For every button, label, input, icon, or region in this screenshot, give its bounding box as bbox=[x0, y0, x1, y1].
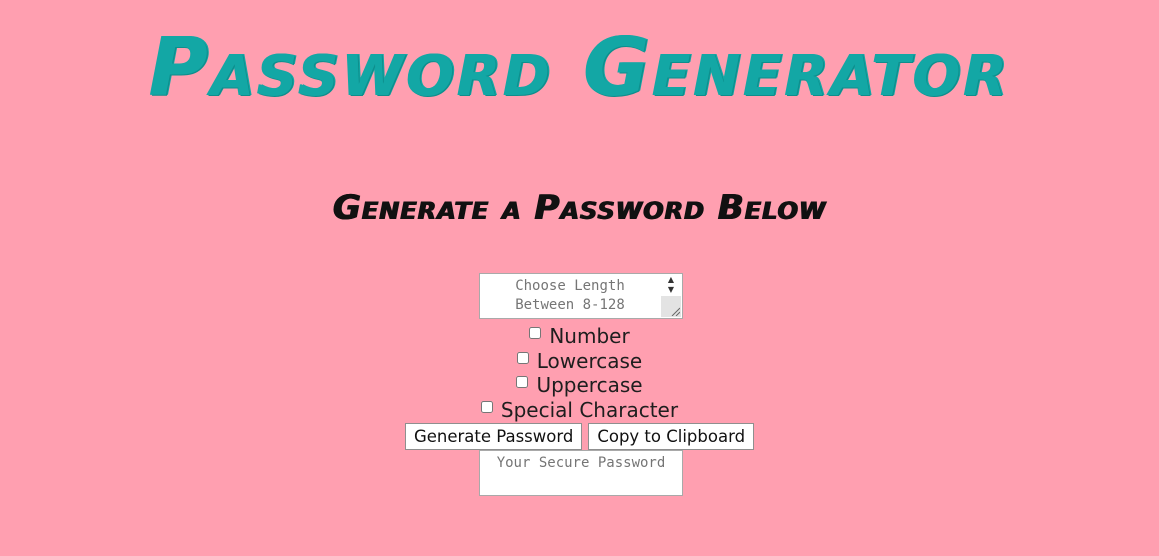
number-checkbox[interactable] bbox=[529, 327, 542, 340]
page-title: Password Generator bbox=[149, 21, 1010, 114]
number-label[interactable]: Number bbox=[549, 324, 629, 348]
option-special: Special Character bbox=[0, 398, 1159, 423]
option-lowercase: Lowercase bbox=[0, 349, 1159, 374]
action-buttons: Generate Password Copy to Clipboard bbox=[0, 423, 1159, 450]
length-input-container: ▲ ▼ bbox=[479, 273, 683, 319]
copy-to-clipboard-button[interactable]: Copy to Clipboard bbox=[588, 423, 755, 450]
option-uppercase: Uppercase bbox=[0, 373, 1159, 398]
generate-password-button[interactable]: Generate Password bbox=[404, 423, 583, 450]
length-input[interactable] bbox=[480, 274, 660, 318]
spinner-up-icon[interactable]: ▲ bbox=[661, 275, 681, 285]
password-output[interactable] bbox=[480, 451, 682, 495]
uppercase-label[interactable]: Uppercase bbox=[536, 373, 642, 397]
option-number: Number bbox=[0, 324, 1159, 349]
special-character-label[interactable]: Special Character bbox=[501, 398, 678, 422]
page-subtitle: Generate a Password Below bbox=[332, 188, 827, 228]
length-spinner[interactable]: ▲ ▼ bbox=[661, 275, 681, 295]
password-output-container bbox=[479, 450, 683, 496]
uppercase-checkbox[interactable] bbox=[516, 376, 529, 389]
spinner-down-icon[interactable]: ▼ bbox=[661, 285, 681, 295]
resize-grip-icon[interactable] bbox=[670, 306, 680, 316]
lowercase-checkbox[interactable] bbox=[516, 351, 529, 364]
character-options: Number Lowercase Uppercase Special Chara… bbox=[0, 324, 1159, 422]
lowercase-label[interactable]: Lowercase bbox=[537, 349, 642, 373]
special-character-checkbox[interactable] bbox=[480, 400, 493, 413]
